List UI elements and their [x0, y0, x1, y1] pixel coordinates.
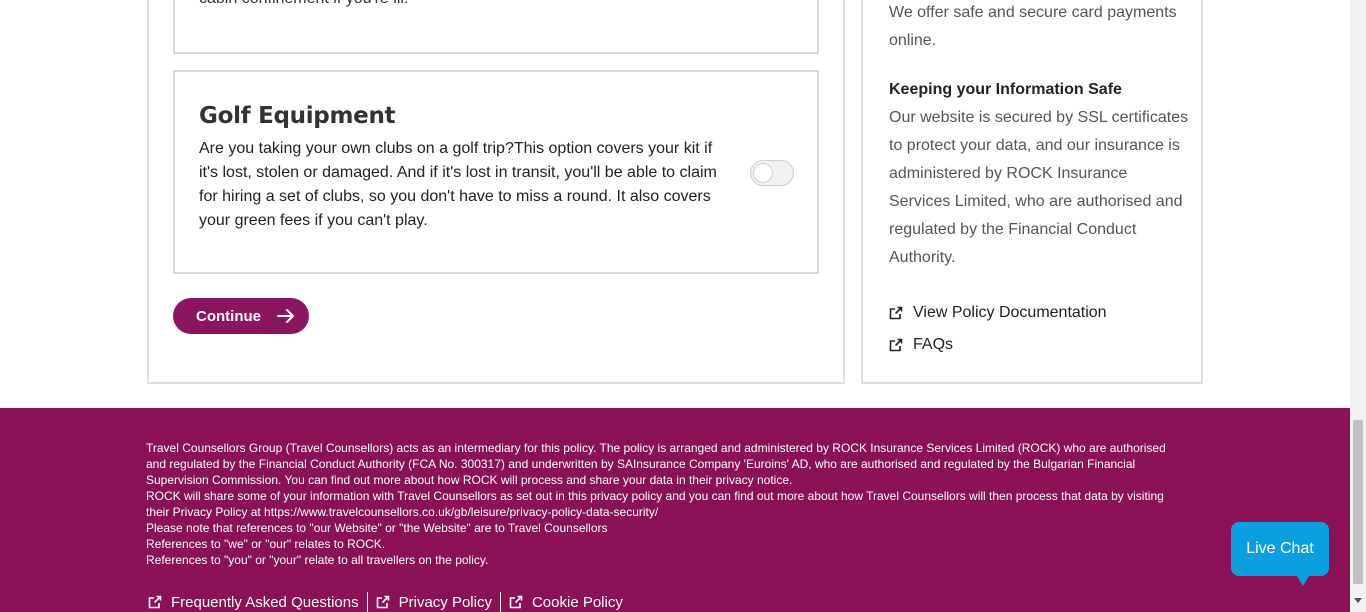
golf-equipment-description: Are you taking your own clubs on a golf …: [199, 140, 717, 229]
view-policy-documentation-link[interactable]: View Policy Documentation: [889, 304, 1107, 322]
scrollbar-thumb[interactable]: [1353, 420, 1363, 584]
toggle-knob: [753, 163, 773, 183]
footer-link-privacy[interactable]: Privacy Policy: [368, 594, 500, 611]
scroll-down-arrow-icon[interactable]: [1354, 598, 1362, 603]
footer-paragraph: Travel Counsellors Group (Travel Counsel…: [146, 441, 1166, 487]
continue-button[interactable]: Continue: [173, 298, 309, 334]
footer-links: Frequently Asked Questions Privacy Polic…: [146, 592, 631, 612]
external-link-icon: [889, 338, 903, 352]
footer-paragraph: References to "you" or "your" relate to …: [146, 553, 489, 567]
footer-link-faq[interactable]: Frequently Asked Questions: [146, 594, 367, 611]
footer-link-label: Frequently Asked Questions: [171, 593, 359, 611]
sidebar-panel: We offer safe and secure card payments o…: [861, 0, 1203, 384]
footer-link-label: Cookie Policy: [531, 593, 623, 611]
page-scrollbar[interactable]: [1350, 0, 1366, 612]
footer-link-cookie[interactable]: Cookie Policy: [501, 594, 631, 611]
faqs-label: FAQs: [913, 336, 954, 353]
view-policy-documentation-label: View Policy Documentation: [913, 304, 1107, 321]
info-safe-heading: Keeping your Information Safe: [889, 81, 1122, 98]
previous-cover-card: cabin confinement if you're ill.: [173, 0, 819, 54]
info-safe-body: Our website is secured by SSL certificat…: [889, 109, 1189, 266]
footer-paragraph: Please note that references to "our Webs…: [146, 521, 608, 535]
golf-equipment-card: Golf Equipment Are you taking your own c…: [173, 70, 819, 274]
external-link-icon: [148, 595, 162, 609]
golf-equipment-title: Golf Equipment: [199, 103, 396, 129]
footer-legal-text: Travel Counsellors Group (Travel Counsel…: [146, 440, 1186, 568]
footer-link-label: Privacy Policy: [398, 593, 492, 611]
footer: Travel Counsellors Group (Travel Counsel…: [0, 408, 1350, 612]
previous-card-text: cabin confinement if you're ill.: [199, 0, 408, 8]
chat-bubble-tail: [1297, 576, 1309, 586]
golf-equipment-toggle[interactable]: [750, 160, 794, 186]
live-chat-button[interactable]: Live Chat: [1231, 522, 1329, 586]
external-link-icon: [376, 595, 389, 609]
secure-payments-text: We offer safe and secure card payments o…: [889, 4, 1177, 49]
arrow-right-icon: [277, 309, 295, 323]
continue-label: Continue: [196, 307, 261, 325]
footer-paragraph: ROCK will share some of your information…: [146, 489, 1164, 519]
external-link-icon: [509, 595, 523, 609]
live-chat-label: Live Chat: [1246, 540, 1314, 557]
faqs-link[interactable]: FAQs: [889, 336, 953, 354]
footer-paragraph: References to "we" or "our" relates to R…: [146, 537, 386, 551]
external-link-icon: [889, 306, 903, 320]
